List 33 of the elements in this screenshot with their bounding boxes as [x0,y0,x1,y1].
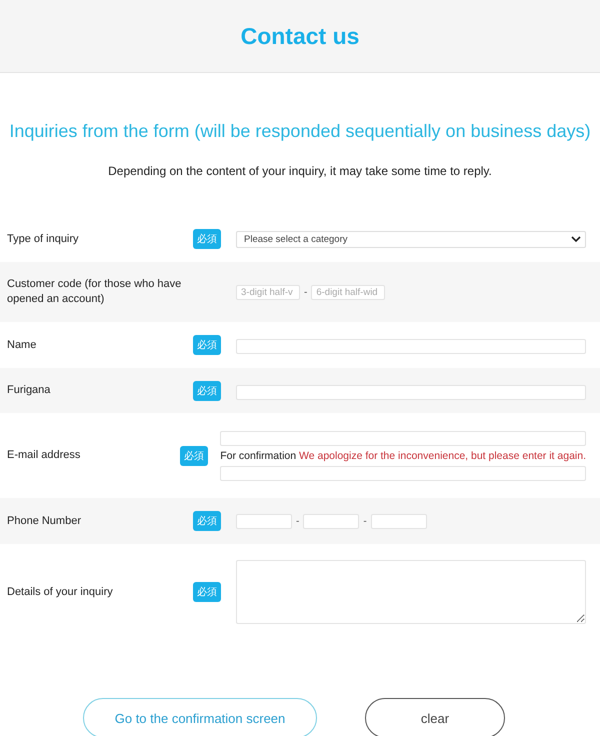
required-badge: 必須 [180,446,208,466]
input-field[interactable] [220,466,586,480]
field-label: Phone Number [7,514,82,528]
required-badge: 必須 [193,582,221,602]
intro-text: Depending on the content of your inquiry, it may take some time to reply. [107,164,493,178]
input-field[interactable]: 3-digit half-v [236,284,300,300]
field-label: Type of inquiry [7,232,80,246]
form-heading: Inquiries from the form (will be responded sequentially on business days) [8,121,592,142]
input-field[interactable] [370,514,427,528]
field-label: Customer code (for those who have opened an account) [7,277,182,307]
field-label: Details of your inquiry [7,584,114,600]
dash-separator: - [304,286,308,298]
required-badge: 必須 [193,511,221,531]
required-badge: 必須 [193,229,221,249]
text-area[interactable] [236,560,586,624]
input-field[interactable] [220,430,586,446]
confirmation-note: For confirmation We apologize for the inconvenience, but please enter it again. [220,450,586,462]
input-field[interactable] [236,384,586,400]
dash-separator: - [363,516,367,526]
input-field[interactable] [303,514,360,528]
required-badge: 必須 [193,335,221,355]
input-field[interactable]: 6-digit half-wid [311,284,386,300]
field-label: Name [7,338,38,352]
field-label: E-mail address [7,448,82,463]
required-badge: 必須 [193,380,221,400]
field-label: Furigana [7,383,52,398]
chevron-down-icon [571,236,581,242]
input-field[interactable] [236,339,586,354]
input-field[interactable] [236,514,292,528]
page-title: Contact us [240,22,360,50]
dash-separator: - [296,516,300,526]
clear-button[interactable]: clear [365,698,505,736]
category-dropdown[interactable]: Please select a category [236,230,586,248]
